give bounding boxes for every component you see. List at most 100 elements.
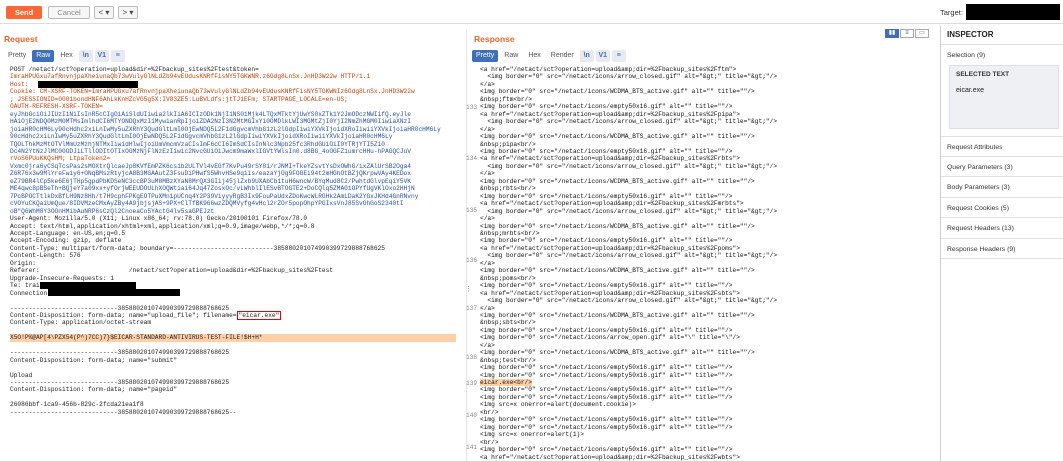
request-line: Content-Length: 576 (10, 252, 81, 260)
request-line: Upload (10, 371, 33, 379)
redacted-referer (48, 289, 180, 296)
request-line: Referer: (10, 267, 40, 275)
request-line: POST /netact/sct?operation=upload&dir=%2… (10, 66, 259, 73)
response-line: <img src=x onerror=alert(document.cookie… (480, 401, 636, 409)
tab-hex[interactable]: Hex (56, 50, 76, 62)
layout-tabs-icon[interactable]: ▭ (915, 29, 929, 38)
divider (941, 176, 1063, 177)
history-forward-button[interactable]: > ▾ (118, 6, 138, 19)
menu-icon[interactable]: ≡ (611, 50, 626, 62)
response-line: <a href="/netact/sct?operation=upload&am… (480, 155, 740, 163)
line-number: 136 (466, 257, 478, 264)
history-back-button[interactable]: < ▾ (94, 6, 114, 19)
inspector-request-cookies[interactable]: Request Cookies (5) (947, 205, 1009, 212)
tab-raw[interactable]: Raw (32, 50, 55, 62)
request-line: HAiOjE2NDQ0MzM0MTMsImlhdCI6MTYONDQxMzI1M… (10, 118, 412, 126)
inspector-request-attributes[interactable]: Request Attributes (947, 144, 1003, 151)
newline-toggle-icon[interactable]: \n (78, 50, 93, 62)
response-line: &nbsp;poms<br/> (480, 274, 536, 282)
request-line: Content-Type: application/octet-stream (10, 319, 152, 327)
response-line: &nbsp;ftm<br/> (480, 95, 532, 103)
request-line: Content-Disposition: form-data; name="su… (10, 356, 178, 364)
response-line: <img border="0" src="/netact/icons/WCDMA… (480, 311, 755, 319)
response-line: &nbsp;mrbts<br/> (480, 229, 540, 237)
inspector-title: INSPECTOR (947, 30, 994, 39)
request-line: eyJhbGciOiJIUzI1NiIsInR5cCIgOiAiSldUIiwi… (10, 110, 412, 118)
eicar-filename-match: eicar.exe<br/> (480, 379, 532, 387)
line-number: 134 (466, 155, 478, 162)
divider (941, 156, 1063, 157)
request-line: OAUTH-REFRESH-XSRF-TOKEN= (10, 103, 103, 111)
response-line: </a> (480, 125, 495, 133)
top-toolbar: Send Cancel < ▾ > ▾ Target: (0, 0, 1063, 24)
request-line: -----------------------------38588020107… (10, 349, 230, 357)
request-line: Host: (10, 80, 29, 88)
response-line: <img border="0" src="/netact/icons/empty… (480, 237, 733, 245)
newline-toggle-icon[interactable]: \n (579, 50, 594, 62)
response-line: </a> (480, 80, 495, 88)
tab-pretty[interactable]: Pretty (472, 50, 499, 62)
response-line: <img border="0" src="/netact/icons/empty… (480, 364, 733, 372)
request-line: ME4qwc8pBSeTh+BQjeY7a09xx+yfOrjWEEUDOULh… (10, 185, 415, 193)
v1-toggle-icon[interactable]: V1 (94, 50, 109, 62)
request-line: -----------------------------38588020107… (10, 379, 230, 387)
request-line: Cookie: CM-XSRF-TOKEN=ImraHPUGxu7afRnvnj… (10, 88, 415, 96)
response-line: <a href="/netact/sct?operation=upload&am… (480, 453, 740, 461)
referer-path: /netact/sct?operation=upload&dir=%2Fback… (128, 267, 334, 275)
request-line: Accept-Encoding: gzip, deflate (10, 237, 122, 245)
line-number: 135 (466, 207, 478, 214)
response-viewer[interactable]: <a href="/netact/sct?operation=upload&am… (480, 66, 935, 461)
request-line: User-Agent: Mozilla/5.0 (X11; Linux x86_… (10, 215, 308, 223)
request-line: Dc4N2YtNzJlMC00ODJiLTllODItOTIxOGMzNjFlN… (10, 147, 412, 155)
tab-render[interactable]: Render (547, 50, 578, 62)
request-line: TQOLThkMzMtOTVlMmUzMzhjNTMxIiwidHlwIjoiU… (10, 140, 386, 148)
inspector-panel: INSPECTOR Selection (9) SELECTED TEXT ei… (940, 26, 1063, 461)
line-number: 133 (466, 104, 478, 111)
line-number: 137 (466, 305, 478, 312)
cancel-button[interactable]: Cancel (48, 6, 90, 19)
inspector-response-headers[interactable]: Response Headers (9) (947, 246, 1015, 253)
layout-toggles: ▮▮ ≡ ▭ (885, 29, 929, 38)
tab-pretty[interactable]: Pretty (4, 50, 30, 62)
layout-split-icon[interactable]: ▮▮ (885, 29, 899, 38)
response-line: </a> (480, 259, 495, 267)
response-line: <br/> (480, 438, 499, 446)
inspector-query-parameters[interactable]: Query Parameters (3) (947, 164, 1013, 171)
request-line: eZ79BR4lCp5ke6E6jTHp5gpdPbKDSeNC3ccBP3uM… (10, 177, 412, 185)
response-line: <img border="0" src="/netact/icons/arrow… (480, 118, 778, 126)
response-line: &nbsp;pipa<br/> (480, 140, 536, 148)
tab-hex[interactable]: Hex (524, 50, 544, 62)
response-line: <a href="/netact/sct?operation=upload&am… (480, 66, 737, 73)
v1-toggle-icon[interactable]: V1 (595, 50, 610, 62)
request-line: 26086bbf-1ca9-456b-829c-2fcda21ea1f8 (10, 401, 144, 409)
divider (941, 258, 1063, 259)
response-line: <img border="0" src="/netact/icons/WCDMA… (480, 267, 755, 275)
response-line: <img border="0" src="/netact/icons/arrow… (480, 162, 778, 170)
layout-horizontal-icon[interactable]: ≡ (900, 29, 914, 38)
request-line: -----------------------------38588020107… (10, 408, 237, 416)
response-line: </a> (480, 304, 495, 312)
response-line: </a> (480, 215, 495, 223)
send-button[interactable]: Send (6, 6, 42, 19)
request-editor[interactable]: POST /netact/sct?operation=upload&dir=%2… (10, 66, 466, 416)
request-line: Content-Type: multipart/form-data; bound… (10, 244, 386, 252)
response-line: </a> (480, 170, 495, 178)
response-pane-title: Response (474, 34, 515, 44)
inspector-request-headers[interactable]: Request Headers (13) (947, 225, 1014, 232)
target-label: Target: (940, 8, 963, 17)
inspector-body-parameters[interactable]: Body Parameters (3) (947, 184, 1010, 191)
divider (941, 217, 1063, 218)
inspector-selection[interactable]: Selection (9) (947, 52, 985, 59)
pane-divider[interactable] (466, 30, 467, 461)
request-line: 7PcBPOCTtlkDxBfLH9Nz8Hh/t7H9cphFPKgEOTPu… (10, 192, 419, 200)
response-line: <img border="0" src="/netact/icons/arrow… (480, 334, 740, 342)
tab-raw[interactable]: Raw (500, 50, 522, 62)
menu-icon[interactable]: ≡ (110, 50, 125, 62)
request-line: oB"Q6WhM8Y3OOnHMibAuNRP6sCzQl2CnoeaCo5YA… (10, 207, 215, 215)
response-line: <a href="/netact/sct?operation=upload&am… (480, 200, 744, 208)
selected-text-heading: SELECTED TEXT (956, 71, 1010, 78)
divider (941, 197, 1063, 198)
request-line: 90cHdhc2xiLnIwMy5uZXRhY3QudGltLmI0OjEwND… (10, 133, 393, 141)
response-line: <img src=x onerror=alert(1)> (480, 431, 584, 439)
redacted-target (966, 4, 1060, 20)
